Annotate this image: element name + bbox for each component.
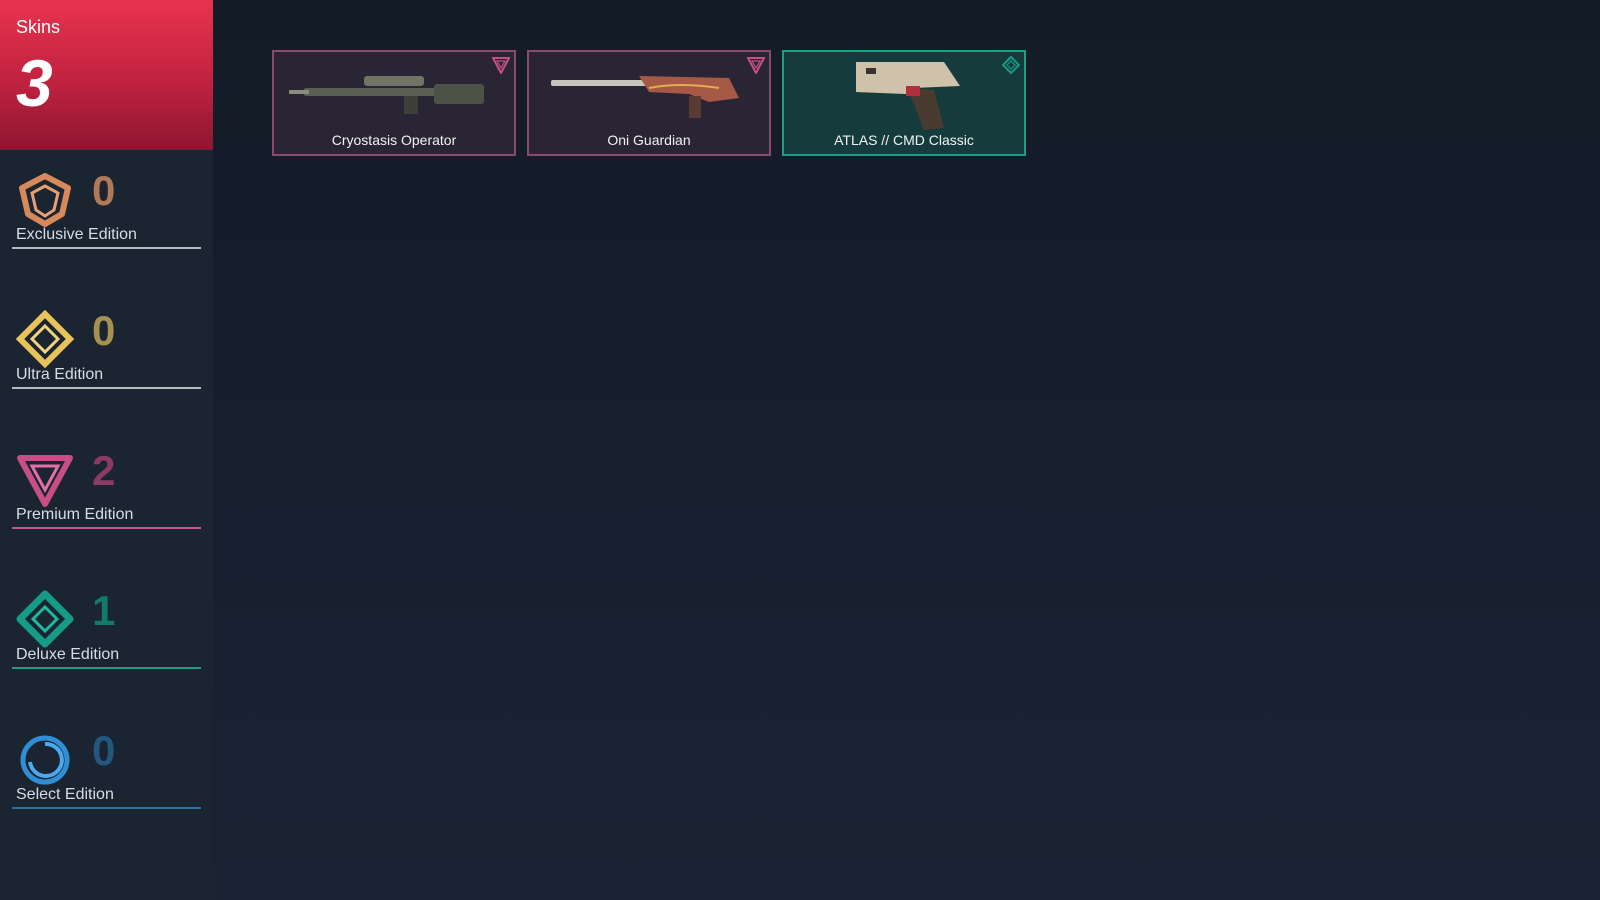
skin-card[interactable]: Oni Guardian [527,50,771,156]
tier-count: 0 [92,727,116,774]
skins-label: Skins [16,17,61,37]
rifle-image [551,76,739,118]
tier-label: Select Edition [16,786,114,803]
skin-name: Oni Guardian [607,132,691,148]
tier-select[interactable]: 0 Select Edition [12,720,201,810]
premium-edition-icon [492,57,510,74]
tier-divider [12,387,201,389]
tier-count: 0 [92,167,116,214]
deluxe-edition-icon [1002,56,1020,74]
tier-premium[interactable]: 2 Premium Edition [12,440,201,530]
premium-edition-icon [747,57,765,74]
ultra-edition-icon [16,310,74,368]
tier-divider [12,247,201,249]
tier-label: Exclusive Edition [16,226,137,243]
skin-name: Cryostasis Operator [331,132,457,148]
tier-divider [12,527,201,529]
tier-count: 2 [92,447,116,494]
tier-label: Deluxe Edition [16,646,120,663]
tier-ultra[interactable]: 0 Ultra Edition [12,300,201,390]
tier-count: 1 [92,587,116,634]
tier-count: 0 [92,307,116,354]
pistol-image [856,62,960,130]
skin-card[interactable]: ATLAS // CMD Classic [782,50,1026,156]
skins-total-count: 3 [16,46,53,120]
tier-divider [12,807,201,809]
tier-exclusive[interactable]: 0 Exclusive Edition [12,160,201,250]
tier-label: Premium Edition [16,506,134,523]
premium-edition-icon [17,455,73,507]
skins-total-panel: Skins 3 [0,0,213,150]
tier-label: Ultra Edition [16,366,104,383]
deluxe-edition-icon [16,590,74,648]
select-edition-icon [20,735,70,785]
sniper-rifle-image [289,76,484,114]
exclusive-edition-icon [19,173,71,227]
tier-divider [12,667,201,669]
skin-name: ATLAS // CMD Classic [834,132,974,148]
skin-card[interactable]: Cryostasis Operator [272,50,516,156]
tier-deluxe[interactable]: 1 Deluxe Edition [12,580,201,670]
